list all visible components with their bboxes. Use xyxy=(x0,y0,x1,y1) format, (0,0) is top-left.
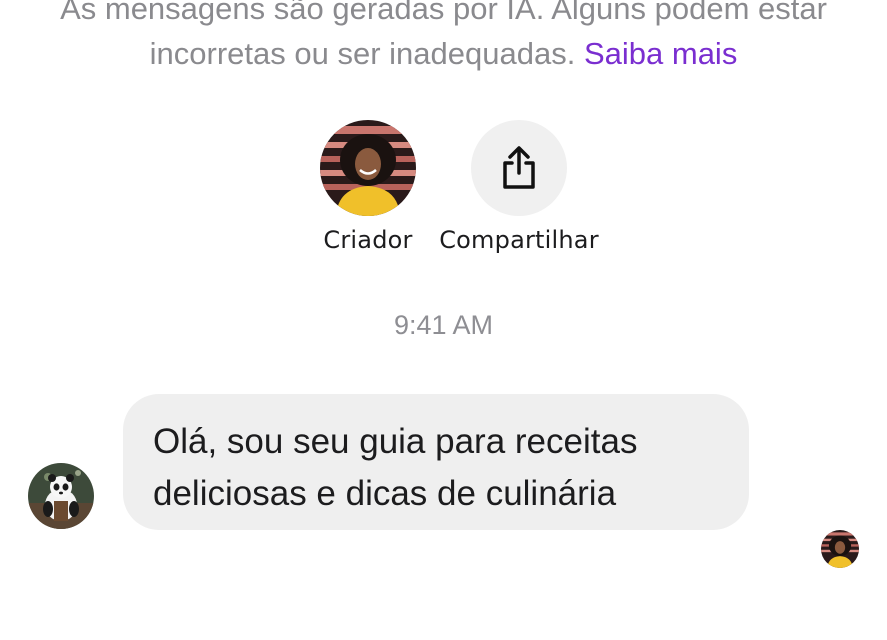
learn-more-link[interactable]: Saiba mais xyxy=(584,36,737,71)
message-bubble[interactable]: Olá, sou seu guia para receitas delicios… xyxy=(123,394,749,530)
profile-actions: Criador Compartilhar xyxy=(0,120,887,260)
share-icon xyxy=(503,146,535,189)
ai-disclaimer: As mensagens são geradas por IA. Alguns … xyxy=(0,0,887,76)
message-text: Olá, sou seu guia para receitas delicios… xyxy=(153,422,638,513)
creator-avatar[interactable] xyxy=(320,120,416,216)
share-label: Compartilhar xyxy=(439,226,599,254)
share-button[interactable]: Compartilhar xyxy=(429,120,609,254)
panda-chef-avatar[interactable] xyxy=(28,463,94,529)
read-receipt-avatar xyxy=(821,530,859,568)
share-button-circle[interactable] xyxy=(471,120,567,216)
message-timestamp: 9:41 AM xyxy=(393,310,494,340)
chat-screen: As mensagens são geradas por IA. Alguns … xyxy=(0,0,887,640)
